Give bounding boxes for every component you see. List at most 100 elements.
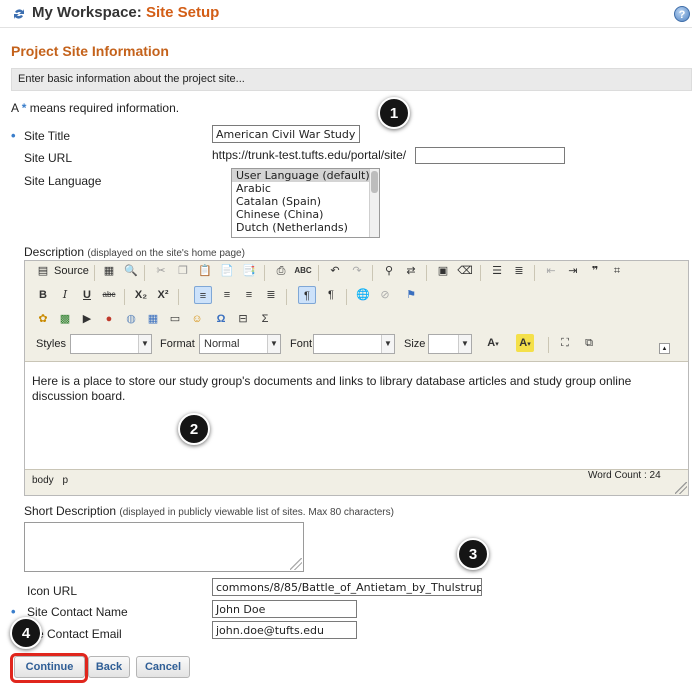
bulleted-list-icon[interactable]: ≣: [510, 262, 528, 280]
paste-word-icon[interactable]: 📑: [240, 262, 258, 280]
underline-icon[interactable]: U: [78, 286, 96, 304]
short-description-label: Short Description (displayed in publicly…: [24, 504, 394, 518]
page-break-icon[interactable]: ⊟: [234, 310, 252, 328]
site-language-select[interactable]: User Language (default) Arabic Catalan (…: [231, 168, 380, 238]
info-text: Enter basic information about the projec…: [18, 73, 245, 85]
smiley-icon[interactable]: ☺: [188, 310, 206, 328]
insert-flash-icon[interactable]: ●: [100, 310, 118, 328]
format-label: Format: [160, 338, 195, 350]
spellcheck-icon[interactable]: ABC: [294, 262, 312, 280]
insert-table-icon[interactable]: ▦: [144, 310, 162, 328]
font-label: Font: [290, 338, 313, 350]
insert-audio-icon[interactable]: ◍: [122, 310, 140, 328]
show-blocks-icon[interactable]: ⧉: [580, 334, 598, 352]
contact-name-input[interactable]: John Doe: [212, 600, 357, 618]
toolbar-separator: [346, 289, 347, 305]
required-marker: •: [11, 128, 16, 143]
help-icon[interactable]: ?: [674, 6, 690, 22]
copy-icon[interactable]: ❐: [174, 262, 192, 280]
blockquote-icon[interactable]: ❞: [586, 262, 604, 280]
path-item-body[interactable]: body: [32, 475, 54, 486]
site-title-input[interactable]: American Civil War Study Gr: [212, 125, 360, 143]
align-right-icon[interactable]: ≡: [240, 286, 258, 304]
math-sigma-icon[interactable]: Σ: [256, 310, 274, 328]
justify-icon[interactable]: ≣: [262, 286, 280, 304]
replace-icon[interactable]: ⇄: [402, 262, 420, 280]
save-document-icon[interactable]: ▦: [100, 262, 118, 280]
description-text[interactable]: Here is a place to store our study group…: [32, 374, 672, 404]
short-description-textarea[interactable]: [24, 522, 304, 572]
size-label: Size: [404, 338, 426, 350]
site-url-input[interactable]: [415, 147, 565, 164]
insert-media-icon[interactable]: ✿: [34, 310, 52, 328]
chevron-down-icon[interactable]: ▼: [458, 335, 471, 353]
short-description-label-text: Short Description: [24, 504, 117, 518]
source-icon[interactable]: ▤: [34, 262, 52, 280]
format-combo[interactable]: Normal ▼: [199, 334, 281, 354]
text-direction-rtl-icon[interactable]: ¶: [322, 286, 340, 304]
cancel-button[interactable]: Cancel: [136, 656, 190, 678]
paste-text-icon[interactable]: 📄: [218, 262, 236, 280]
source-button-label[interactable]: Source: [54, 262, 89, 280]
chevron-down-icon[interactable]: ▼: [138, 335, 151, 353]
background-color-icon[interactable]: A▾: [516, 334, 534, 352]
insert-movie-icon[interactable]: ▶: [78, 310, 96, 328]
subscript-icon[interactable]: X₂: [132, 286, 150, 304]
remove-format-icon[interactable]: ⌫: [456, 262, 474, 280]
anchor-flag-icon[interactable]: ⚑: [402, 286, 420, 304]
language-option[interactable]: Chinese (China): [232, 208, 379, 221]
font-combo[interactable]: ▼: [313, 334, 395, 354]
size-combo[interactable]: ▼: [428, 334, 472, 354]
find-icon[interactable]: ⚲: [380, 262, 398, 280]
language-option[interactable]: Arabic: [232, 182, 379, 195]
unlink-icon[interactable]: ⊘: [376, 286, 394, 304]
toolbar-separator: [372, 265, 373, 281]
collapse-toolbar-icon[interactable]: ▲: [659, 343, 670, 354]
maximize-icon[interactable]: ⛶: [556, 334, 574, 352]
textarea-resize-handle[interactable]: [290, 558, 302, 570]
preview-icon[interactable]: 🔍: [122, 262, 140, 280]
link-icon[interactable]: 🌐: [354, 286, 372, 304]
refresh-arrows-icon[interactable]: [12, 7, 26, 21]
chevron-down-icon[interactable]: ▼: [267, 335, 280, 353]
select-all-icon[interactable]: ▣: [434, 262, 452, 280]
horizontal-rule-icon[interactable]: ▭: [166, 310, 184, 328]
contact-email-input[interactable]: john.doe@tufts.edu: [212, 621, 357, 639]
path-item-p[interactable]: p: [62, 475, 68, 486]
language-option[interactable]: User Language (default): [232, 169, 379, 182]
outdent-icon[interactable]: ⇤: [542, 262, 560, 280]
insert-image-icon[interactable]: ▩: [56, 310, 74, 328]
toolbar-separator: [318, 265, 319, 281]
numbered-list-icon[interactable]: ☰: [488, 262, 506, 280]
word-count: Word Count : 24: [588, 470, 661, 481]
toolbar-separator: [264, 265, 265, 281]
icon-url-input[interactable]: commons/8/85/Battle_of_Antietam_by_Thuls…: [212, 578, 482, 596]
editor-resize-handle[interactable]: [675, 482, 687, 494]
styles-label: Styles: [36, 338, 66, 350]
italic-icon[interactable]: I: [56, 286, 74, 304]
bold-icon[interactable]: B: [34, 286, 52, 304]
toolbar-separator: [144, 265, 145, 281]
language-scroll-thumb[interactable]: [371, 171, 378, 193]
undo-icon[interactable]: ↶: [326, 262, 344, 280]
redo-icon[interactable]: ↷: [348, 262, 366, 280]
toolbar-separator: [534, 265, 535, 281]
superscript-icon[interactable]: X²: [154, 286, 172, 304]
print-icon[interactable]: ⎙: [272, 262, 290, 280]
text-direction-ltr-icon[interactable]: ¶: [298, 286, 316, 304]
language-option[interactable]: Catalan (Spain): [232, 195, 379, 208]
align-center-icon[interactable]: ≡: [218, 286, 236, 304]
cut-icon[interactable]: ✂: [152, 262, 170, 280]
indent-icon[interactable]: ⇥: [564, 262, 582, 280]
text-color-icon[interactable]: A▾: [484, 334, 502, 352]
align-left-icon[interactable]: ≡: [194, 286, 212, 304]
special-char-icon[interactable]: Ω: [212, 310, 230, 328]
paste-icon[interactable]: 📋: [196, 262, 214, 280]
styles-combo[interactable]: ▼: [70, 334, 152, 354]
language-option[interactable]: Dutch (Netherlands): [232, 221, 379, 234]
chevron-down-icon[interactable]: ▼: [381, 335, 394, 353]
create-div-icon[interactable]: ⌗: [608, 262, 626, 280]
language-scrollbar[interactable]: [369, 169, 379, 237]
strikethrough-icon[interactable]: abc: [100, 286, 118, 304]
back-button[interactable]: Back: [88, 656, 130, 678]
